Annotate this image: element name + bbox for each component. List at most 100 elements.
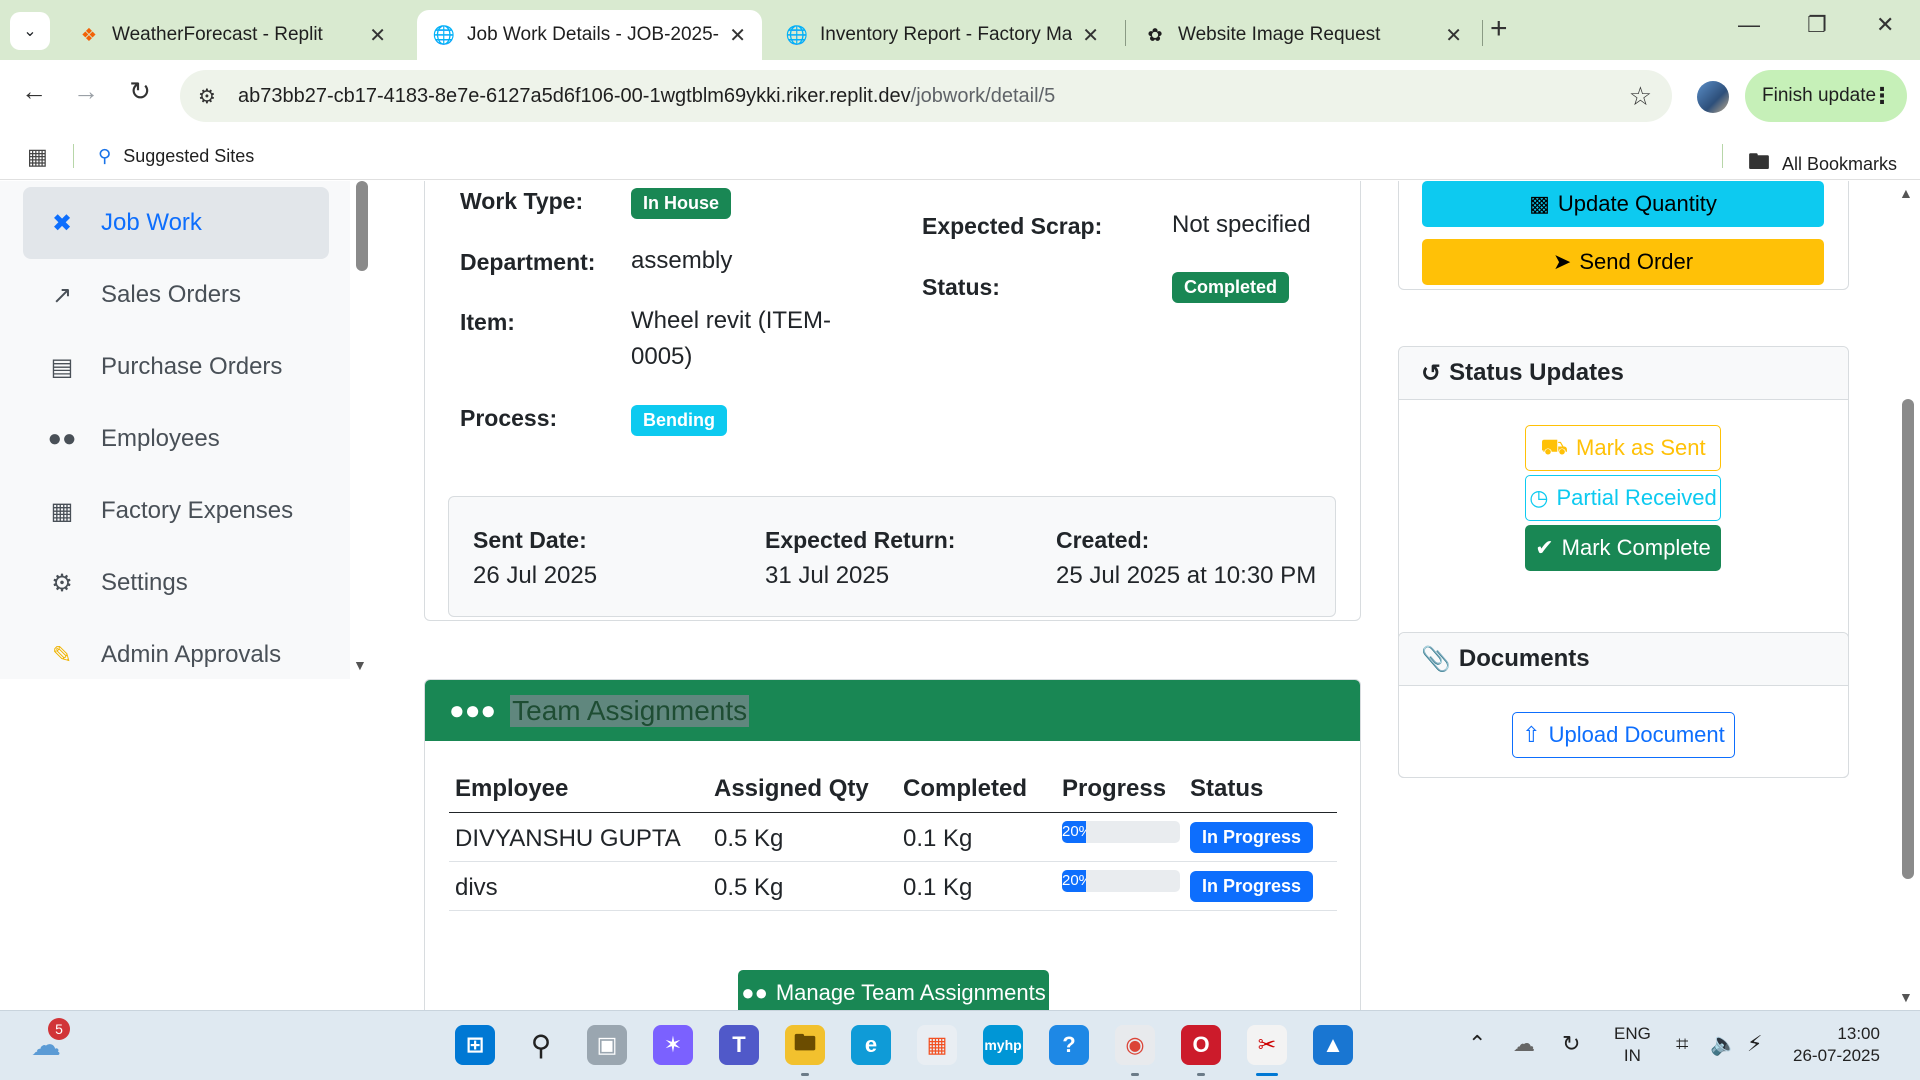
table-row-divider: [449, 910, 1337, 911]
restore-icon[interactable]: ❐: [1807, 12, 1827, 38]
chrome-icon[interactable]: ◉: [1115, 1025, 1155, 1065]
myhp-icon[interactable]: myhp: [983, 1025, 1023, 1065]
taskbar-running-indicator: [801, 1073, 809, 1076]
finish-update-button[interactable]: Finish update ⋮: [1745, 70, 1907, 122]
team-assignments-card: ●●● Team Assignments Employee Assigned Q…: [424, 679, 1361, 1010]
address-bar[interactable]: ⚙ ab73bb27-cb17-4183-8e7e-6127a5d6f106-0…: [180, 70, 1672, 122]
upload-document-button[interactable]: ⇧ Upload Document: [1512, 712, 1735, 758]
status-updates-title: Status Updates: [1449, 359, 1624, 386]
sidebar-item-label: Sales Orders: [101, 281, 242, 308]
region-code: IN: [1623, 1046, 1641, 1065]
more-menu-icon[interactable]: ⋮: [1871, 83, 1893, 109]
truck-icon: ⛟: [1540, 433, 1569, 459]
close-icon[interactable]: ✕: [729, 23, 746, 48]
opera-icon[interactable]: O: [1181, 1025, 1221, 1065]
sync-icon[interactable]: ↻: [1562, 1031, 1580, 1057]
help-icon[interactable]: ?: [1049, 1025, 1089, 1065]
tab-title: WeatherForecast - Replit: [112, 24, 323, 45]
microsoft-store-icon[interactable]: ▦: [917, 1025, 957, 1065]
manage-team-assignments-label: Manage Team Assignments: [775, 979, 1046, 1005]
site-settings-icon[interactable]: ⚙: [198, 84, 216, 109]
partial-received-button[interactable]: ◷ Partial Received: [1525, 475, 1721, 521]
sidebar-item-admin-approvals[interactable]: ✎ Admin Approvals: [23, 619, 329, 691]
scroll-down-icon[interactable]: ▼: [1899, 989, 1913, 1005]
close-icon[interactable]: ✕: [1082, 23, 1099, 48]
work-type-label: Work Type:: [460, 188, 584, 214]
bookmark-star-icon[interactable]: ☆: [1629, 81, 1652, 112]
system-clock[interactable]: 13:00 26-07-2025: [1793, 1023, 1880, 1067]
apps-grid-icon[interactable]: ▦: [27, 144, 48, 170]
wifi-icon[interactable]: ⌗: [1676, 1031, 1688, 1057]
created-value: 25 Jul 2025 at 10:30 PM: [1056, 562, 1317, 589]
task-view-icon[interactable]: ▣: [587, 1025, 627, 1065]
taskbar-running-indicator: [1131, 1073, 1139, 1076]
row-status-badge: In Progress: [1190, 871, 1314, 902]
photos-icon[interactable]: ▲: [1313, 1025, 1353, 1065]
sidebar-scrollbar[interactable]: [356, 181, 368, 271]
bookmark-divider: [73, 144, 74, 168]
all-bookmarks-link[interactable]: 🖿 All Bookmarks: [1748, 145, 1897, 183]
mark-as-sent-button[interactable]: ⛟ Mark as Sent: [1525, 425, 1721, 471]
battery-icon[interactable]: ⚡: [1747, 1031, 1762, 1057]
page-scrollbar[interactable]: [1902, 399, 1914, 879]
users-icon: ●●●: [449, 695, 497, 725]
employee-name: divs: [455, 874, 498, 901]
sidebar-item-job-work[interactable]: ✖ Job Work: [23, 187, 329, 259]
scroll-up-icon[interactable]: ▲: [1899, 185, 1913, 201]
sidebar-item-employees[interactable]: ●● Employees: [23, 403, 329, 475]
back-icon[interactable]: ←: [14, 76, 54, 107]
tab-website-image-request[interactable]: ✿ Website Image Request ✕: [1128, 10, 1478, 60]
minimize-icon[interactable]: —: [1738, 12, 1760, 38]
close-icon[interactable]: ✕: [369, 23, 386, 48]
reload-icon[interactable]: ↻: [120, 76, 160, 107]
taskbar-active-indicator: [1256, 1073, 1278, 1076]
documents-card: 📎 Documents ⇧ Upload Document: [1398, 632, 1849, 778]
sidebar-item-purchase-orders[interactable]: ▤ Purchase Orders: [23, 331, 329, 403]
send-order-button[interactable]: ➤ Send Order: [1422, 239, 1824, 285]
completed-qty: 0.1 Kg: [903, 874, 973, 901]
status-label: Status:: [922, 274, 1000, 300]
close-window-icon[interactable]: ✕: [1876, 12, 1894, 38]
weather-badge: 5: [48, 1018, 70, 1040]
status-updates-header: ↺ Status Updates: [1399, 347, 1848, 400]
search-icon[interactable]: ⚲: [521, 1025, 561, 1065]
update-quantity-button[interactable]: ▩ Update Quantity: [1422, 181, 1824, 227]
chevron-down-icon: ⌄: [23, 23, 37, 40]
new-tab-button[interactable]: +: [1490, 12, 1508, 46]
forward-icon[interactable]: →: [66, 76, 106, 107]
sidebar-scroll-down-icon[interactable]: ▼: [353, 657, 367, 673]
snipping-tool-icon[interactable]: ✂: [1247, 1025, 1287, 1065]
sidebar-item-label: Purchase Orders: [101, 353, 283, 380]
file-explorer-icon[interactable]: 🖿: [785, 1025, 825, 1065]
sidebar-item-label: Admin Approvals: [101, 641, 282, 668]
mark-complete-button[interactable]: ✔ Mark Complete: [1525, 525, 1721, 571]
windows-start-icon[interactable]: ⊞: [455, 1025, 495, 1065]
tab-inventory-report[interactable]: 🌐 Inventory Report - Factory Management …: [770, 10, 1115, 60]
tab-title: Job Work Details - JOB-2025-0005: [467, 24, 720, 45]
profile-avatar[interactable]: [1697, 81, 1729, 113]
copilot-icon[interactable]: ✶: [653, 1025, 693, 1065]
item-value: Wheel revit (ITEM-0005): [631, 307, 832, 370]
sidebar-item-settings[interactable]: ⚙ Settings: [23, 547, 329, 619]
documents-header: 📎 Documents: [1399, 633, 1848, 686]
assigned-qty: 0.5 Kg: [714, 825, 784, 852]
created-label: Created:: [1056, 527, 1150, 553]
sidebar-item-factory-expenses[interactable]: ▦ Factory Expenses: [23, 475, 329, 547]
sidebar-item-sales-orders[interactable]: ↗ Sales Orders: [23, 259, 329, 331]
tab-weatherforecast[interactable]: ❖ WeatherForecast - Replit ✕: [62, 10, 402, 60]
teams-icon[interactable]: T: [719, 1025, 759, 1065]
edge-icon[interactable]: e: [851, 1025, 891, 1065]
users-icon: ●●: [741, 979, 768, 1005]
volume-icon[interactable]: 🔈: [1710, 1031, 1737, 1057]
show-hidden-icons-icon[interactable]: ⌃: [1468, 1031, 1486, 1057]
language-indicator[interactable]: ENG IN: [1614, 1023, 1651, 1067]
table-header-divider: [449, 812, 1337, 813]
clock-icon: ◷: [1529, 485, 1549, 510]
tab-job-work-details[interactable]: 🌐 Job Work Details - JOB-2025-0005 ✕: [417, 10, 762, 60]
close-icon[interactable]: ✕: [1445, 23, 1462, 48]
manage-team-assignments-button[interactable]: ●● Manage Team Assignments: [738, 970, 1049, 1010]
onedrive-icon[interactable]: ☁: [1513, 1031, 1535, 1057]
suggested-sites-link[interactable]: ⚲ Suggested Sites: [98, 146, 254, 167]
tab-search-button[interactable]: ⌄: [10, 12, 50, 50]
progress-fill: 20%: [1062, 870, 1086, 892]
